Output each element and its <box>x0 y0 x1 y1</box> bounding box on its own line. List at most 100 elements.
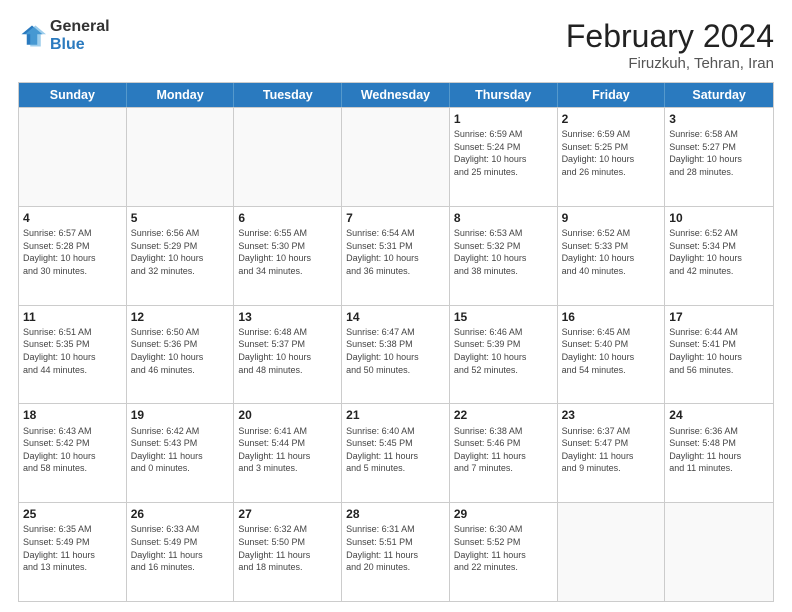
cell-info: Sunrise: 6:32 AM Sunset: 5:50 PM Dayligh… <box>238 523 337 573</box>
calendar-cell: 4Sunrise: 6:57 AM Sunset: 5:28 PM Daylig… <box>19 207 127 305</box>
day-number: 25 <box>23 506 122 522</box>
calendar-cell <box>234 108 342 206</box>
cell-info: Sunrise: 6:55 AM Sunset: 5:30 PM Dayligh… <box>238 227 337 277</box>
page: General Blue February 2024 Firuzkuh, Teh… <box>0 0 792 612</box>
calendar-day-header: Sunday <box>19 83 127 107</box>
day-number: 3 <box>669 111 769 127</box>
day-number: 21 <box>346 407 445 423</box>
calendar-week: 25Sunrise: 6:35 AM Sunset: 5:49 PM Dayli… <box>19 502 773 601</box>
day-number: 15 <box>454 309 553 325</box>
calendar-cell: 16Sunrise: 6:45 AM Sunset: 5:40 PM Dayli… <box>558 306 666 404</box>
calendar-cell: 14Sunrise: 6:47 AM Sunset: 5:38 PM Dayli… <box>342 306 450 404</box>
cell-info: Sunrise: 6:58 AM Sunset: 5:27 PM Dayligh… <box>669 128 769 178</box>
calendar-cell: 6Sunrise: 6:55 AM Sunset: 5:30 PM Daylig… <box>234 207 342 305</box>
calendar-cell: 17Sunrise: 6:44 AM Sunset: 5:41 PM Dayli… <box>665 306 773 404</box>
cell-info: Sunrise: 6:44 AM Sunset: 5:41 PM Dayligh… <box>669 326 769 376</box>
calendar-day-header: Saturday <box>665 83 773 107</box>
calendar-cell: 21 Sunrise: 6:40 AM Sunset: 5:45 PM Dayli… <box>342 404 450 502</box>
day-number: 7 <box>346 210 445 226</box>
day-number: 19 <box>131 407 230 423</box>
cell-info: Sunrise: 6:46 AM Sunset: 5:39 PM Dayligh… <box>454 326 553 376</box>
calendar-cell: 15Sunrise: 6:46 AM Sunset: 5:39 PM Dayli… <box>450 306 558 404</box>
calendar-cell: 27Sunrise: 6:32 AM Sunset: 5:50 PM Dayli… <box>234 503 342 601</box>
calendar-cell: 1Sunrise: 6:59 AM Sunset: 5:24 PM Daylig… <box>450 108 558 206</box>
cell-info: Sunrise: 6:53 AM Sunset: 5:32 PM Dayligh… <box>454 227 553 277</box>
calendar-cell: 7Sunrise: 6:54 AM Sunset: 5:31 PM Daylig… <box>342 207 450 305</box>
calendar-cell <box>19 108 127 206</box>
cell-info: Sunrise: 6:35 AM Sunset: 5:49 PM Dayligh… <box>23 523 122 573</box>
title-block: February 2024 Firuzkuh, Tehran, Iran <box>566 18 774 72</box>
calendar-title: February 2024 <box>566 18 774 55</box>
calendar-cell: 5Sunrise: 6:56 AM Sunset: 5:29 PM Daylig… <box>127 207 235 305</box>
logo: General Blue <box>18 18 110 53</box>
calendar-cell: 3Sunrise: 6:58 AM Sunset: 5:27 PM Daylig… <box>665 108 773 206</box>
calendar-cell: 28Sunrise: 6:31 AM Sunset: 5:51 PM Dayli… <box>342 503 450 601</box>
day-number: 29 <box>454 506 553 522</box>
day-number: 13 <box>238 309 337 325</box>
cell-info: Sunrise: 6:40 AM Sunset: 5:45 PM Dayligh… <box>346 425 445 475</box>
calendar-cell: 2Sunrise: 6:59 AM Sunset: 5:25 PM Daylig… <box>558 108 666 206</box>
cell-info: Sunrise: 6:51 AM Sunset: 5:35 PM Dayligh… <box>23 326 122 376</box>
cell-info: Sunrise: 6:48 AM Sunset: 5:37 PM Dayligh… <box>238 326 337 376</box>
calendar-cell: 19 Sunrise: 6:42 AM Sunset: 5:43 PM Dayli… <box>127 404 235 502</box>
cell-info: Sunrise: 6:30 AM Sunset: 5:52 PM Dayligh… <box>454 523 553 573</box>
cell-info: Sunrise: 6:42 AM Sunset: 5:43 PM Dayligh… <box>131 425 230 475</box>
cell-info: Sunrise: 6:33 AM Sunset: 5:49 PM Dayligh… <box>131 523 230 573</box>
cell-info: Sunrise: 6:50 AM Sunset: 5:36 PM Dayligh… <box>131 326 230 376</box>
day-number: 11 <box>23 309 122 325</box>
logo-blue: Blue <box>50 36 110 54</box>
calendar-day-header: Thursday <box>450 83 558 107</box>
day-number: 27 <box>238 506 337 522</box>
day-number: 20 <box>238 407 337 423</box>
calendar-cell: 18 Sunrise: 6:43 AM Sunset: 5:42 PM Dayli… <box>19 404 127 502</box>
calendar-day-header: Wednesday <box>342 83 450 107</box>
calendar: SundayMondayTuesdayWednesdayThursdayFrid… <box>18 82 774 602</box>
day-number: 5 <box>131 210 230 226</box>
cell-info: Sunrise: 6:38 AM Sunset: 5:46 PM Dayligh… <box>454 425 553 475</box>
calendar-cell <box>558 503 666 601</box>
day-number: 12 <box>131 309 230 325</box>
cell-info: Sunrise: 6:52 AM Sunset: 5:33 PM Dayligh… <box>562 227 661 277</box>
cell-info: Sunrise: 6:57 AM Sunset: 5:28 PM Dayligh… <box>23 227 122 277</box>
calendar-week: 4Sunrise: 6:57 AM Sunset: 5:28 PM Daylig… <box>19 206 773 305</box>
cell-info: Sunrise: 6:47 AM Sunset: 5:38 PM Dayligh… <box>346 326 445 376</box>
calendar-header: SundayMondayTuesdayWednesdayThursdayFrid… <box>19 83 773 107</box>
calendar-cell: 24 Sunrise: 6:36 AM Sunset: 5:48 PM Dayli… <box>665 404 773 502</box>
calendar-cell: 22 Sunrise: 6:38 AM Sunset: 5:46 PM Dayli… <box>450 404 558 502</box>
calendar-cell <box>665 503 773 601</box>
calendar-week: 18 Sunrise: 6:43 AM Sunset: 5:42 PM Dayli… <box>19 403 773 502</box>
day-number: 17 <box>669 309 769 325</box>
day-number: 23 <box>562 407 661 423</box>
calendar-cell: 13Sunrise: 6:48 AM Sunset: 5:37 PM Dayli… <box>234 306 342 404</box>
cell-info: Sunrise: 6:54 AM Sunset: 5:31 PM Dayligh… <box>346 227 445 277</box>
cell-info: Sunrise: 6:52 AM Sunset: 5:34 PM Dayligh… <box>669 227 769 277</box>
calendar-cell: 26Sunrise: 6:33 AM Sunset: 5:49 PM Dayli… <box>127 503 235 601</box>
day-number: 16 <box>562 309 661 325</box>
calendar-cell: 12Sunrise: 6:50 AM Sunset: 5:36 PM Dayli… <box>127 306 235 404</box>
calendar-cell: 11Sunrise: 6:51 AM Sunset: 5:35 PM Dayli… <box>19 306 127 404</box>
day-number: 10 <box>669 210 769 226</box>
cell-info: Sunrise: 6:43 AM Sunset: 5:42 PM Dayligh… <box>23 425 122 475</box>
day-number: 22 <box>454 407 553 423</box>
logo-text: General Blue <box>50 18 110 53</box>
calendar-cell: 20 Sunrise: 6:41 AM Sunset: 5:44 PM Dayli… <box>234 404 342 502</box>
cell-info: Sunrise: 6:41 AM Sunset: 5:44 PM Dayligh… <box>238 425 337 475</box>
logo-general: General <box>50 18 110 36</box>
cell-info: Sunrise: 6:56 AM Sunset: 5:29 PM Dayligh… <box>131 227 230 277</box>
calendar-week: 11Sunrise: 6:51 AM Sunset: 5:35 PM Dayli… <box>19 305 773 404</box>
cell-info: Sunrise: 6:59 AM Sunset: 5:25 PM Dayligh… <box>562 128 661 178</box>
cell-info: Sunrise: 6:37 AM Sunset: 5:47 PM Dayligh… <box>562 425 661 475</box>
calendar-day-header: Tuesday <box>234 83 342 107</box>
header: General Blue February 2024 Firuzkuh, Teh… <box>18 18 774 72</box>
day-number: 28 <box>346 506 445 522</box>
cell-info: Sunrise: 6:36 AM Sunset: 5:48 PM Dayligh… <box>669 425 769 475</box>
calendar-cell: 8Sunrise: 6:53 AM Sunset: 5:32 PM Daylig… <box>450 207 558 305</box>
calendar-day-header: Monday <box>127 83 235 107</box>
day-number: 18 <box>23 407 122 423</box>
calendar-cell <box>342 108 450 206</box>
calendar-day-header: Friday <box>558 83 666 107</box>
day-number: 14 <box>346 309 445 325</box>
calendar-cell: 29Sunrise: 6:30 AM Sunset: 5:52 PM Dayli… <box>450 503 558 601</box>
day-number: 24 <box>669 407 769 423</box>
calendar-subtitle: Firuzkuh, Tehran, Iran <box>566 55 774 72</box>
